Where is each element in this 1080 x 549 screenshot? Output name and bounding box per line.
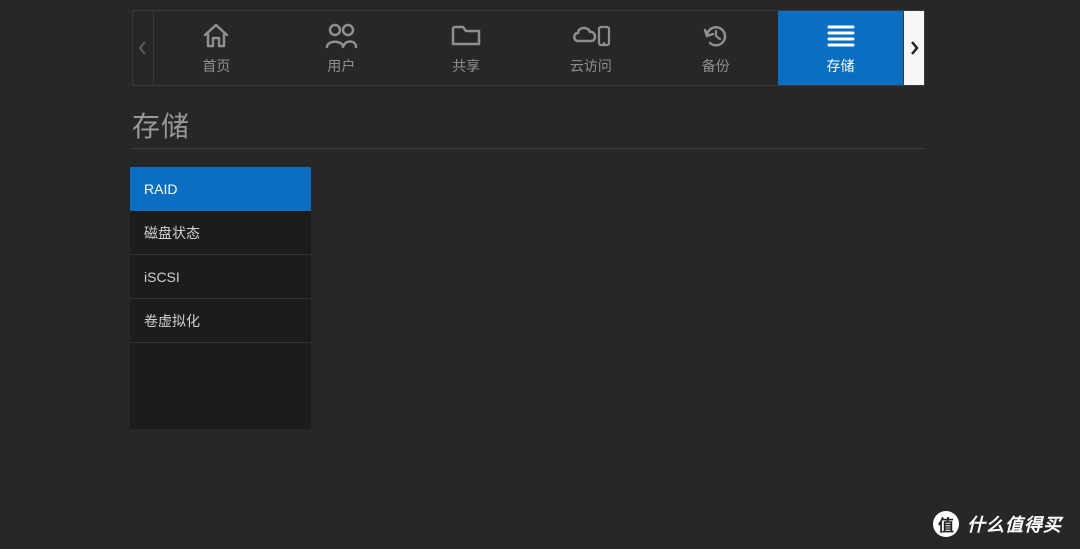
watermark: 值 什么值得买 <box>933 511 1062 537</box>
nav-item-label: 备份 <box>702 56 730 76</box>
sidebar-item-label: 卷虚拟化 <box>144 311 200 331</box>
chevron-right-icon <box>909 41 919 55</box>
nav-item-home[interactable]: 首页 <box>154 11 279 85</box>
nav-item-share[interactable]: 共享 <box>404 11 529 85</box>
sidebar-item-volume-virtualization[interactable]: 卷虚拟化 <box>130 299 311 343</box>
storage-icon <box>825 20 857 50</box>
users-icon <box>324 20 358 50</box>
nav-item-label: 用户 <box>327 56 355 76</box>
nav-item-label: 存储 <box>827 56 855 76</box>
title-divider <box>132 148 925 149</box>
nav-items: 首页 用户 共享 <box>154 10 903 86</box>
sidebar-menu: RAID 磁盘状态 iSCSI 卷虚拟化 <box>130 167 311 429</box>
nav-item-label: 云访问 <box>570 56 612 76</box>
folder-icon <box>450 20 482 50</box>
sidebar-item-label: iSCSI <box>144 269 180 285</box>
nav-item-label: 共享 <box>452 56 480 76</box>
top-nav: 首页 用户 共享 <box>132 10 925 86</box>
sidebar-item-iscsi[interactable]: iSCSI <box>130 255 311 299</box>
nav-item-users[interactable]: 用户 <box>279 11 404 85</box>
nav-next-button[interactable] <box>903 10 925 86</box>
nav-prev-button[interactable] <box>132 10 154 86</box>
sidebar-item-disk-status[interactable]: 磁盘状态 <box>130 211 311 255</box>
sidebar-item-label: RAID <box>144 181 177 197</box>
sidebar-item-label: 磁盘状态 <box>144 223 200 243</box>
chevron-left-icon <box>138 41 148 55</box>
sidebar-item-raid[interactable]: RAID <box>130 167 311 211</box>
nav-item-label: 首页 <box>202 56 230 76</box>
backup-icon <box>701 20 731 50</box>
cloud-device-icon <box>570 20 612 50</box>
nav-item-backup[interactable]: 备份 <box>653 11 778 85</box>
nav-item-storage[interactable]: 存储 <box>778 11 903 85</box>
watermark-text: 什么值得买 <box>967 511 1062 537</box>
home-icon <box>201 20 231 50</box>
watermark-badge: 值 <box>933 511 959 537</box>
page-title: 存储 <box>132 105 190 145</box>
nav-item-cloud[interactable]: 云访问 <box>528 11 653 85</box>
